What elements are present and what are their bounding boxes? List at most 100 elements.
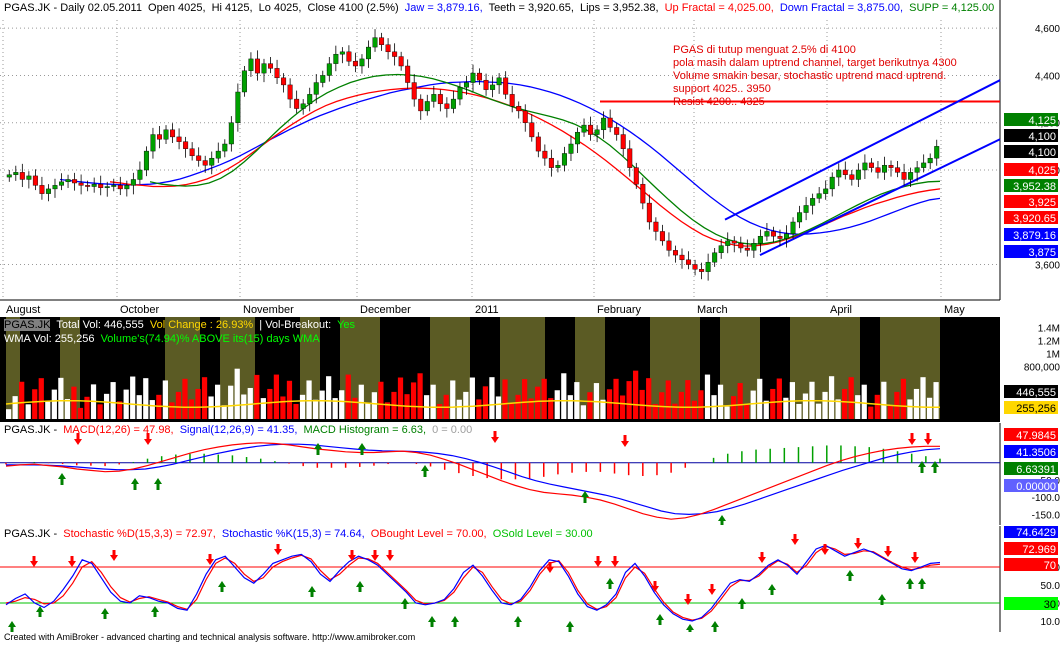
volume-bar (633, 370, 639, 419)
volume-bar (822, 391, 828, 419)
macd-chart[interactable]: -50.0-100.0-150.047.984541.35066.633910.… (0, 423, 1064, 525)
price-header: PGAS.JK - Daily 02.05.2011 Open 4025, Hi… (4, 2, 997, 14)
candle-down (268, 63, 274, 69)
candle-down (672, 250, 678, 256)
candle-up (431, 94, 437, 102)
volume-bar (887, 404, 893, 419)
volume-pane[interactable]: 800,000 1M 1.2M 1.4M 446,555 255,256 PGAS.JK … (0, 317, 1064, 422)
stoch-symbol: PGAS.JK - (4, 528, 58, 540)
candle-down (516, 105, 522, 112)
candle-up (215, 150, 221, 159)
candle-up (235, 91, 241, 123)
candle-up (561, 153, 567, 166)
volume-bar (587, 392, 593, 419)
volume-bar (397, 377, 404, 419)
candle-up (797, 212, 803, 223)
volume-bar (482, 386, 489, 419)
candle-down (777, 235, 783, 239)
vol-wma: WMA Vol: 255,256 (4, 333, 95, 345)
month-label-8: May (944, 304, 965, 316)
macd-tag-0: 47.9845 (1016, 430, 1056, 442)
candle-down (294, 98, 300, 109)
volume-bar (365, 402, 371, 419)
volume-bar (489, 377, 495, 419)
candle-up (222, 143, 228, 152)
volume-bar (326, 376, 332, 419)
price-tick-label: 4,400 (1035, 71, 1060, 82)
macd-zero-value: 0 = 0.00 (432, 424, 473, 436)
candle-up (326, 63, 332, 76)
macd-tag-3: 0.00000 (1016, 481, 1056, 493)
volume-bar (306, 380, 312, 419)
price-tag-5: 3,925 (1028, 197, 1056, 209)
candle-down (274, 68, 280, 79)
note-line-5: Resist 4200.. 4325 (673, 96, 765, 108)
candle-up (594, 129, 600, 135)
month-label-1: October (120, 304, 159, 316)
macd-pane[interactable]: -50.0-100.0-150.047.984541.35066.633910.… (0, 423, 1064, 525)
candle-up (333, 53, 339, 64)
candle-down (411, 82, 417, 100)
volume-bar (659, 392, 665, 419)
header-hi: Hi 4125, (211, 2, 253, 14)
volume-tag-1: 255,256 (1016, 403, 1056, 415)
vol-change: Vol Change : 26.93% (149, 319, 254, 331)
candle-down (503, 77, 509, 95)
volume-bar (254, 374, 260, 419)
stoch-tag-3: 30 (1044, 599, 1056, 611)
candle-down (548, 157, 554, 168)
volume-bar (802, 393, 809, 419)
stoch-background (0, 526, 1064, 632)
stochastic-pane[interactable]: 10.030.050.070.074.642972.9697030 PGAS.J… (0, 526, 1064, 632)
candle-up (137, 169, 143, 180)
candle-down (418, 98, 424, 112)
price-tick-label: 3,600 (1035, 261, 1060, 272)
volume-bar (580, 405, 586, 419)
volume-bar (84, 396, 90, 419)
volume-bar (97, 404, 103, 419)
candle-up (496, 77, 502, 86)
candle-up (104, 186, 110, 188)
volume-bar (417, 373, 423, 419)
volume-header-line1: PGAS.JK Total Vol: 446,555 Vol Change : … (4, 319, 358, 331)
candle-down (352, 61, 358, 67)
month-label-2: November (243, 304, 294, 316)
header-close: Close 4100 (2.5%) (307, 2, 399, 14)
price-pane[interactable]: 3,6004,0004,2004,4004,600AugustOctoberNo… (0, 0, 1064, 316)
month-label-4: 2011 (475, 304, 499, 316)
volume-bar (25, 404, 31, 419)
volume-bar (691, 400, 698, 419)
volume-bar (64, 399, 71, 419)
candle-down (666, 240, 672, 251)
price-tag-4: 3,952.38 (1013, 181, 1056, 193)
volume-tick-label: 800,000 (1024, 363, 1061, 374)
candle-down (85, 185, 91, 187)
volume-bar (169, 402, 175, 419)
month-label-7: April (830, 304, 852, 316)
candle-up (555, 165, 561, 168)
volume-bar (796, 403, 802, 419)
note-line-3: Volume smakin besar, stochastic uptrend … (673, 70, 947, 82)
volume-bar (750, 390, 756, 419)
candle-down (392, 51, 398, 57)
candle-up (810, 198, 816, 206)
candle-down (522, 110, 528, 123)
header-jaw: Jaw = 3,879.16, (404, 2, 483, 14)
volume-bar (874, 394, 880, 419)
volume-bar (293, 403, 299, 419)
candle-down (385, 44, 391, 53)
stochastic-chart[interactable]: 10.030.050.070.074.642972.9697030 (0, 526, 1064, 632)
candle-up (581, 124, 587, 133)
candle-down (405, 65, 411, 83)
candle-up (59, 181, 65, 186)
note-line-1: PGAS di tutup menguat 2.5% di 4100 (673, 44, 856, 56)
header-open: Open 4025, (148, 2, 206, 14)
volume-bar (842, 388, 848, 419)
candle-up (725, 240, 731, 246)
stoch-ob-value: OBought Level = 70.00, (370, 528, 487, 540)
volume-bar (195, 388, 201, 419)
candle-up (790, 221, 796, 235)
candle-down (770, 231, 776, 237)
vol-breakout-label: | Vol-Breakout: (259, 319, 332, 331)
candle-down (346, 51, 352, 62)
